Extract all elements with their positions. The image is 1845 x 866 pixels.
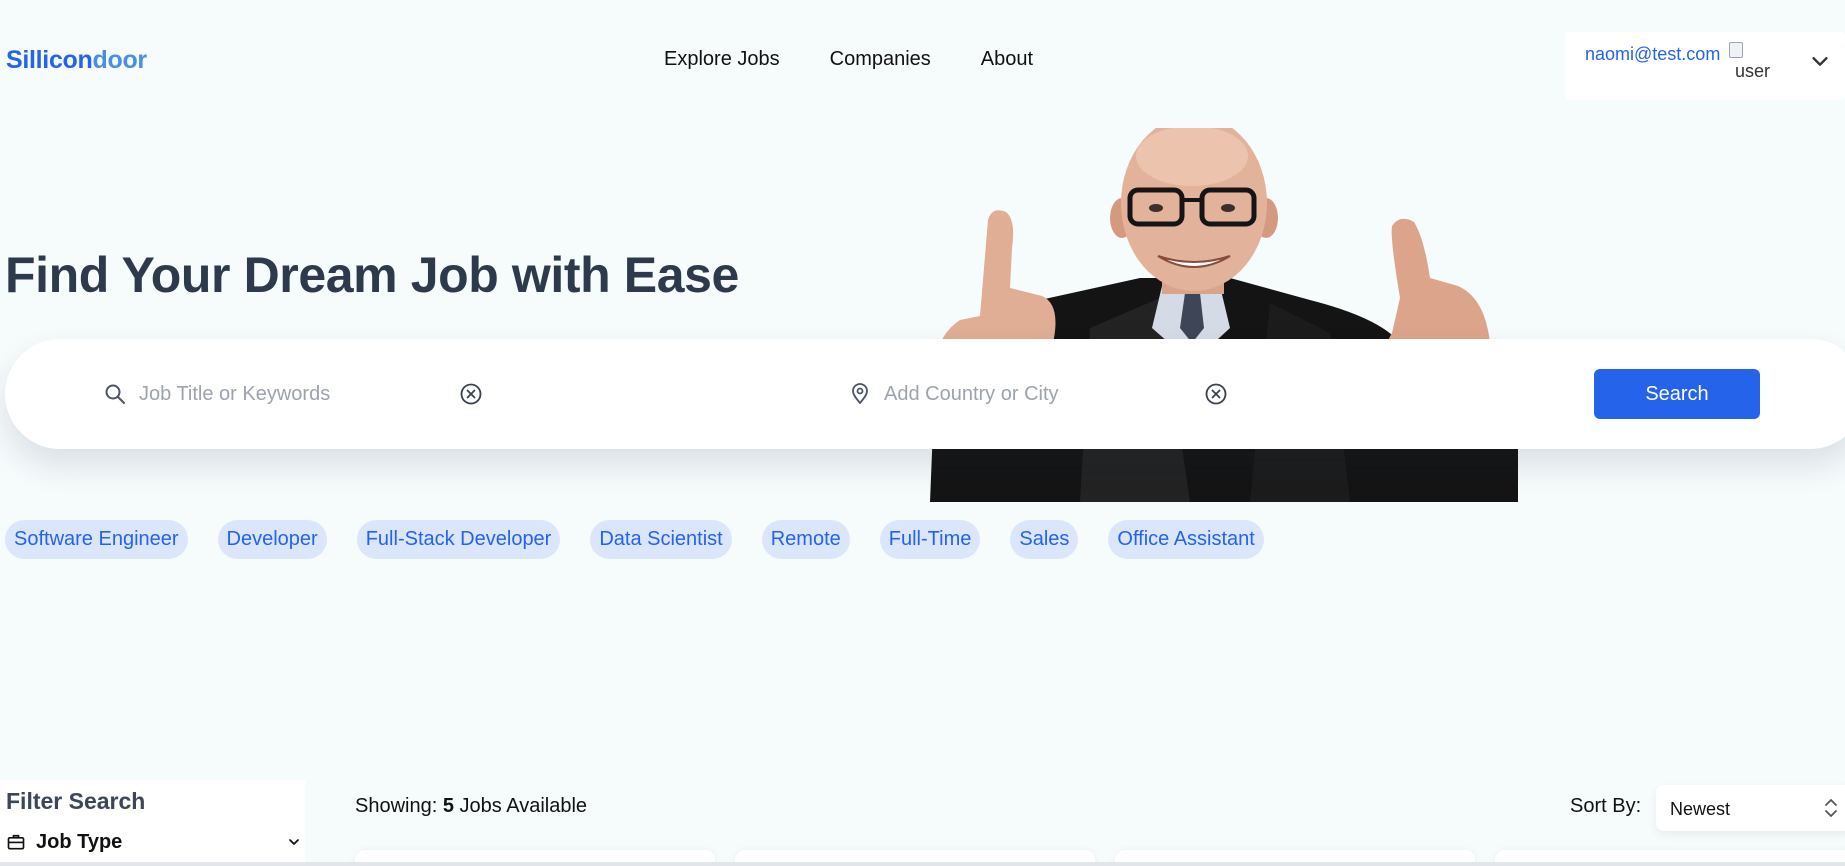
clear-keywords-icon[interactable] xyxy=(459,382,483,406)
map-pin-icon xyxy=(852,383,868,404)
tag-sales[interactable]: Sales xyxy=(1010,520,1079,559)
brand-logo[interactable]: Sillicondoor xyxy=(6,46,147,75)
window-bottom-border xyxy=(0,862,1845,866)
job-type-label: Job Type xyxy=(36,830,123,853)
filter-title: Filter Search xyxy=(6,788,146,814)
location-field xyxy=(848,339,1228,449)
filter-panel: Filter Search Job Type xyxy=(0,780,305,866)
tag-developer[interactable]: Developer xyxy=(217,520,327,559)
job-type-filter[interactable]: Job Type xyxy=(6,828,302,856)
search-icon xyxy=(105,384,125,404)
search-bar: Search xyxy=(5,339,1845,449)
sort-select[interactable]: Newest xyxy=(1656,785,1845,831)
keywords-field xyxy=(103,339,483,449)
clear-location-icon[interactable] xyxy=(1204,382,1228,406)
page-title: Find Your Dream Job with Ease xyxy=(5,247,739,303)
nav-about[interactable]: About xyxy=(981,48,1033,71)
location-input[interactable] xyxy=(884,382,1184,406)
brand-logo-part1: Sillicon xyxy=(6,46,93,74)
popular-tags: Software Engineer Developer Full-Stack D… xyxy=(5,520,1264,559)
nav-companies[interactable]: Companies xyxy=(830,48,931,71)
keywords-input[interactable] xyxy=(139,382,439,406)
select-arrows-icon xyxy=(1825,799,1837,817)
briefcase-icon xyxy=(7,834,25,850)
tag-remote[interactable]: Remote xyxy=(761,520,850,559)
tag-software-engineer[interactable]: Software Engineer xyxy=(5,520,188,559)
user-menu[interactable]: naomi@test.com user xyxy=(1565,32,1845,100)
main-nav: Explore Jobs Companies About xyxy=(664,48,1033,71)
tag-data-scientist[interactable]: Data Scientist xyxy=(590,520,732,559)
brand-logo-part2: door xyxy=(92,46,148,74)
sort-label: Sort By: xyxy=(1570,795,1642,817)
avatar-alt-text: user xyxy=(1735,61,1771,81)
job-count: 5 xyxy=(442,795,454,817)
avatar[interactable]: user xyxy=(1729,42,1771,86)
tag-office-assistant[interactable]: Office Assistant xyxy=(1108,520,1264,559)
user-email: naomi@test.com xyxy=(1585,44,1721,64)
tag-full-time[interactable]: Full-Time xyxy=(879,520,981,559)
sort-value: Newest xyxy=(1670,799,1731,819)
jobs-available-label: Jobs Available xyxy=(459,795,588,817)
chevron-down-icon[interactable] xyxy=(1809,50,1831,72)
broken-image-icon xyxy=(1729,42,1743,58)
search-button[interactable]: Search xyxy=(1594,369,1760,419)
nav-explore-jobs[interactable]: Explore Jobs xyxy=(664,48,780,71)
showing-label: Showing: xyxy=(355,795,438,817)
tag-full-stack-developer[interactable]: Full-Stack Developer xyxy=(356,520,561,559)
chevron-down-icon[interactable] xyxy=(286,834,302,850)
results-count: Showing: 5 Jobs Available xyxy=(355,795,587,818)
